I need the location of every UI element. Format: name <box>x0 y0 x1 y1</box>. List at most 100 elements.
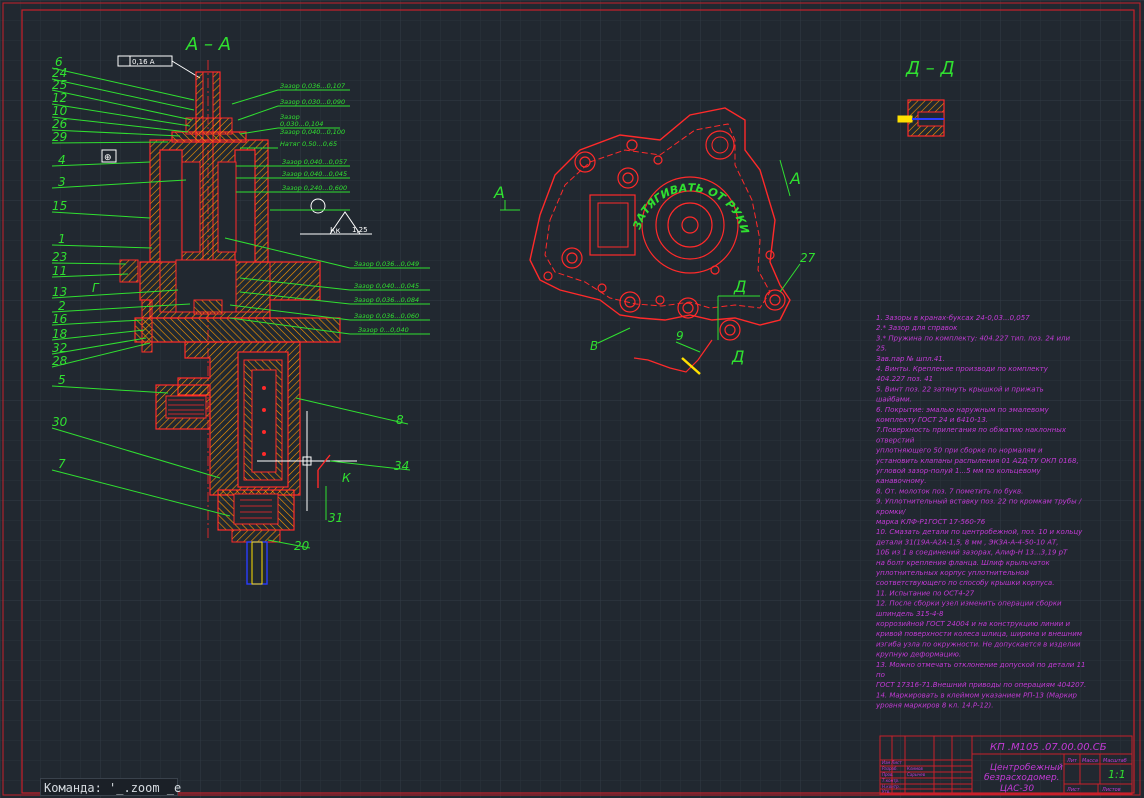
svg-text:Пров.: Пров. <box>882 772 894 777</box>
svg-text:Т.контр.: Т.контр. <box>882 778 899 783</box>
svg-text:Зазор 0,240...0,600: Зазор 0,240...0,600 <box>282 184 347 192</box>
note-line: кромки/ <box>876 508 906 516</box>
svg-text:Зазор 0...0,040: Зазор 0...0,040 <box>358 326 409 334</box>
callout-32: 32 <box>52 341 67 355</box>
callout-23: 23 <box>52 250 67 264</box>
callout-31: 31 <box>328 511 343 525</box>
note-line: на болт крепления фланца. Шлиф крыльчато… <box>876 559 1050 567</box>
section-aa-label: А – А <box>185 34 231 55</box>
note-line: детали 31(19А-А2А-1,5, 8 мм , ЭКЗА-А-4-5… <box>875 538 1059 546</box>
note-line: уровня маркиров 8 кл. 14.Р-12). <box>875 702 993 710</box>
svg-text:0,030...0,104: 0,030...0,104 <box>280 120 323 128</box>
note-line: ГОСТ 17316-71.Внешний приводы по операци… <box>876 681 1086 689</box>
note-line: уплотнительных корпус уплотнительной <box>875 569 1029 577</box>
svg-text:Зазор 0,036...0,060: Зазор 0,036...0,060 <box>354 312 419 320</box>
callout-30: 30 <box>52 415 68 429</box>
callout-5: 5 <box>58 373 66 387</box>
callout-29: 29 <box>52 130 67 144</box>
note-line: марка КЛФ-Р1ГОСТ 17-560-76 <box>876 518 986 526</box>
title-col-scale: Масштаб <box>1103 758 1127 764</box>
svg-text:Зазор 0,036...0,107: Зазор 0,036...0,107 <box>280 82 346 90</box>
callout-3: 3 <box>58 175 66 189</box>
note-line: коррозийной ГОСТ 24004 и на конструкцию … <box>876 620 1070 628</box>
callout-11: 11 <box>52 264 67 278</box>
drawing-scale: 1:1 <box>1108 768 1126 781</box>
drawing-name-3: ЦАС-30 <box>1000 784 1034 794</box>
drawing-name-2: безрасходомер. <box>984 773 1060 783</box>
note-line: 10Б из 1 в соединений зазорах, Алиф-Н 13… <box>876 549 1068 557</box>
base-plate <box>134 317 341 343</box>
callout-1: 1 <box>58 232 66 246</box>
title-col-mass: Масса <box>1082 758 1098 764</box>
callout-27: 27 <box>800 251 816 265</box>
note-line: 5. Винт поз. 22 затянуть крышкой и прижа… <box>876 385 1044 393</box>
callout-9: 9 <box>676 329 684 343</box>
plan-label-a-right: А <box>789 169 801 188</box>
callout-4: 4 <box>58 153 66 167</box>
svg-text:Зазор 0,036...0,049: Зазор 0,036...0,049 <box>354 260 419 268</box>
note-line: по <box>876 671 885 679</box>
note-line: установить клапаны распыления 01 А2Д-ТУ … <box>875 457 1079 465</box>
drawing-designation: КП .М105 .07.00.00.СБ <box>990 742 1107 753</box>
marker-v: В <box>590 339 598 353</box>
callout-15: 15 <box>52 199 67 213</box>
note-line: 9. Уплотнительный вставку поз. 22 по кро… <box>876 498 1082 506</box>
drawing-name-1: Центробежный <box>990 763 1063 773</box>
note-line: 10. Смазать детали по центробежной, поз.… <box>876 528 1083 536</box>
note-line: 404.227 поз. 41 <box>876 375 933 383</box>
title-col-lit: Лит <box>1066 758 1078 764</box>
note-line: угловой зазор-полуй 1...5 мм по кольцево… <box>875 467 1042 475</box>
svg-text:Зазор 0,040...0,045: Зазор 0,040...0,045 <box>354 282 419 290</box>
command-line[interactable]: Команда: '_.zoom _e <box>40 778 181 796</box>
callout-13: 13 <box>52 285 67 299</box>
svg-text:Зазор 0,036...0,084: Зазор 0,036...0,084 <box>354 296 419 304</box>
callout-8: 8 <box>396 413 404 427</box>
note-line: 12. После сборки узел изменить операции … <box>876 600 1062 608</box>
note-line: 3.* Пружина по комплекту: 404.227 тип. п… <box>876 334 1070 342</box>
svg-text:Натяг 0,50...0,65: Натяг 0,50...0,65 <box>280 140 337 148</box>
note-line: 7.Поверхность прилегания по обжатию накл… <box>876 426 1067 434</box>
note-line: кривой поверхности колеса шлица, ширина … <box>876 630 1083 638</box>
cad-drawing-canvas[interactable]: А – А 0,16 А К Кк 1,25 ⊕ Г 6 24 25 12 10… <box>0 0 1144 798</box>
note-line: 1. Зазоры в кранах-буксах 24-0,03...0,05… <box>876 314 1030 322</box>
note-line: комплекту ГОСТ 24 и 6410-13. <box>876 416 988 424</box>
note-line: 2.* Зазор для справок <box>876 324 958 332</box>
callout-18: 18 <box>52 327 68 341</box>
svg-text:Кк: Кк <box>330 226 341 235</box>
svg-text:⊕: ⊕ <box>104 153 112 163</box>
title-sheets: Листов <box>1101 787 1121 793</box>
svg-text:Зазор 0,040...0,100: Зазор 0,040...0,100 <box>280 128 345 136</box>
callout-10: 10 <box>52 104 68 118</box>
note-line: Зав.пар № шпл.41. <box>876 355 945 363</box>
note-line: 25. <box>876 345 887 353</box>
title-sheet: Лист <box>1066 787 1081 793</box>
callout-12: 12 <box>52 91 67 105</box>
callout-20: 20 <box>294 539 310 553</box>
svg-text:Климов: Климов <box>907 766 923 771</box>
svg-text:1,25: 1,25 <box>352 226 368 234</box>
callout-2: 2 <box>58 299 66 313</box>
callout-16: 16 <box>52 312 68 326</box>
svg-text:Изм Лист: Изм Лист <box>882 760 902 765</box>
plan-label-a-left: А <box>493 183 505 202</box>
svg-text:Зазор 0,040...0,045: Зазор 0,040...0,045 <box>282 170 347 178</box>
callout-34: 34 <box>394 459 409 473</box>
plan-label-d-upper: Д <box>733 277 747 296</box>
callout-26: 26 <box>52 117 68 131</box>
note-line: 4. Винты. Крепление производи по комплек… <box>876 365 1049 373</box>
note-line: 13. Можно отмечать отклонение допуской п… <box>876 661 1086 669</box>
note-line: 8. От. молоток поз. 7 пометить по букв. <box>876 487 1023 495</box>
note-line: соответствующего по способу крышки корпу… <box>876 579 1054 587</box>
svg-text:Зазор 0,040...0,057: Зазор 0,040...0,057 <box>282 158 348 166</box>
svg-text:Разраб.: Разраб. <box>882 766 898 771</box>
plan-label-d-lower: Д <box>731 347 745 366</box>
note-line: шайбами. <box>876 396 912 404</box>
section-dd-label: Д – Д <box>905 58 955 79</box>
callout-7: 7 <box>58 457 66 471</box>
note-line: крупную деформацию. <box>876 651 961 659</box>
callout-28: 28 <box>52 354 68 368</box>
svg-text:Сарычев: Сарычев <box>907 772 926 777</box>
note-line: канавочному. <box>876 477 926 485</box>
note-line: изгиба узла по окружности. Не допускаетс… <box>876 640 1081 648</box>
marker-k: К <box>342 471 351 485</box>
